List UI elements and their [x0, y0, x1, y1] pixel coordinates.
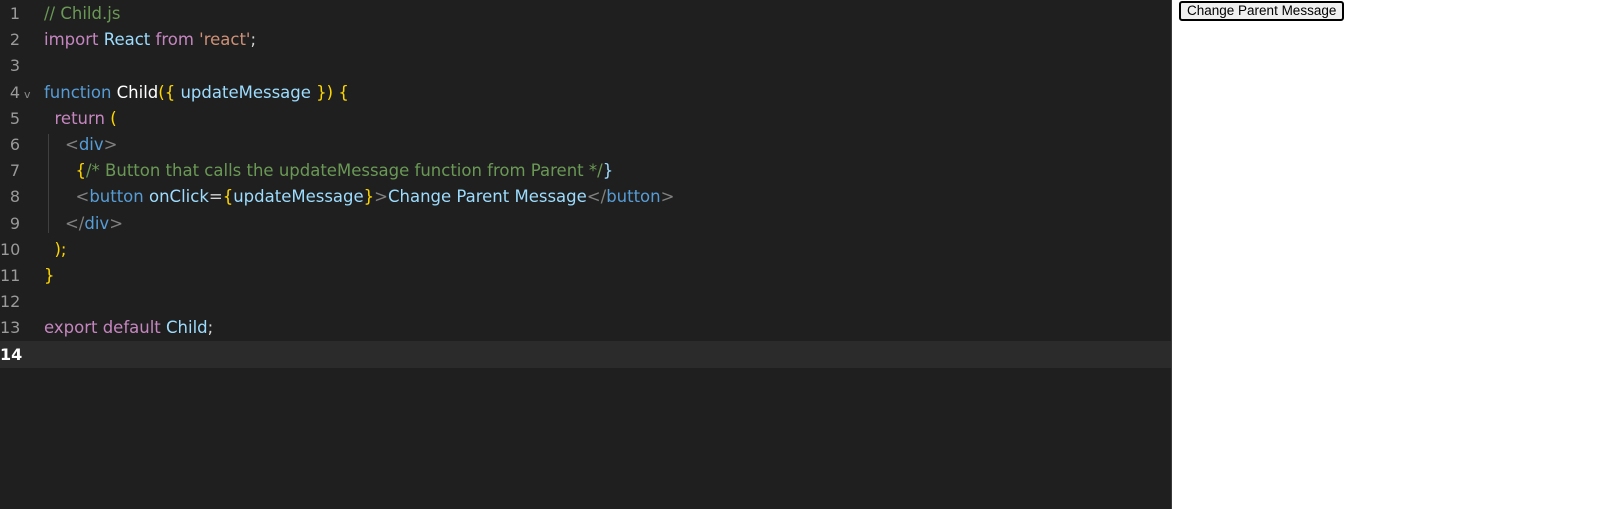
code-token: export: [44, 318, 98, 338]
code-token: Child: [166, 318, 208, 338]
code-token: updateMessage: [180, 82, 311, 102]
code-text: function Child({ updateMessage }) {: [44, 79, 349, 106]
code-token: function: [44, 82, 112, 102]
line-number: 4: [9, 82, 20, 102]
code-line[interactable]: 5 return (: [0, 105, 1172, 132]
pane-divider[interactable]: [1171, 0, 1172, 509]
code-token: {: [75, 161, 86, 181]
code-text: }: [44, 262, 55, 289]
code-line[interactable]: 14: [0, 340, 1172, 368]
code-token: }: [44, 266, 55, 285]
code-token: Child: [116, 82, 159, 102]
line-number: 10: [0, 239, 21, 259]
code-line[interactable]: 3: [0, 52, 1172, 79]
line-number: 8: [9, 187, 20, 207]
code-token: ({: [158, 82, 181, 102]
code-line[interactable]: 7 {/* Button that calls the updateMessag…: [0, 157, 1172, 184]
code-token: /* Button that calls the updateMessage f…: [85, 161, 603, 181]
code-line[interactable]: 12: [0, 288, 1172, 315]
code-token: (: [104, 108, 117, 128]
code-line[interactable]: 9 </div>: [0, 210, 1172, 237]
code-line[interactable]: 10 );: [0, 236, 1172, 263]
code-token: default: [102, 318, 161, 338]
code-token: >: [109, 213, 124, 233]
code-text: export default Child;: [44, 314, 213, 341]
code-token: 'react': [199, 30, 251, 50]
indent-guide: [48, 134, 49, 233]
code-editor[interactable]: 1 // Child.js 2 import React from 'react'; 3…: [0, 0, 1172, 509]
code-token: }: [363, 187, 375, 207]
line-number: 14: [0, 344, 23, 364]
code-line[interactable]: 4 v function Child({ updateMessage }) {: [0, 79, 1172, 106]
code-text: return (: [44, 105, 117, 132]
code-token: >: [103, 135, 118, 154]
code-text: );: [44, 236, 67, 263]
code-token: button: [89, 187, 144, 207]
line-number: 2: [9, 30, 20, 50]
code-token: ;: [250, 30, 257, 50]
code-token: </: [586, 187, 607, 207]
code-token: }) {: [310, 82, 349, 102]
code-text: import React from 'react';: [44, 26, 256, 53]
code-token: return: [54, 108, 105, 128]
line-number: 1: [9, 4, 20, 23]
code-token: Change Parent Message: [387, 187, 587, 207]
line-number: 11: [0, 266, 21, 285]
code-token: updateMessage: [233, 187, 364, 207]
code-token: }: [602, 161, 614, 181]
code-token: div: [84, 213, 110, 233]
code-text: </div>: [44, 210, 123, 237]
code-token: div: [78, 135, 104, 154]
code-token: <: [75, 187, 90, 207]
code-token: {: [222, 187, 234, 207]
line-number: 7: [9, 161, 20, 181]
code-token: ;: [207, 318, 214, 338]
code-token: </: [64, 213, 85, 233]
code-token: );: [54, 239, 67, 259]
fold-chevron-icon[interactable]: v: [24, 81, 31, 108]
line-number: 3: [9, 56, 20, 76]
code-token: // Child.js: [44, 4, 121, 23]
code-line[interactable]: 11}: [0, 262, 1172, 289]
code-token: >: [660, 187, 675, 207]
code-token: from: [155, 30, 194, 50]
code-token: =: [208, 187, 223, 207]
code-text: <div>: [44, 131, 117, 158]
code-line[interactable]: 1 // Child.js: [0, 0, 1172, 27]
code-token: <: [64, 135, 79, 154]
line-number: 5: [9, 108, 20, 128]
code-token: button: [606, 187, 661, 207]
code-text: // Child.js: [44, 0, 120, 27]
code-token: React: [103, 30, 151, 50]
code-token: import: [44, 30, 99, 50]
line-number: 9: [9, 213, 20, 233]
code-line[interactable]: 6 <div>: [0, 131, 1172, 158]
line-number: 13: [0, 318, 21, 338]
code-line[interactable]: 8 <button onClick={updateMessage}>Change…: [0, 183, 1172, 210]
code-text: {/* Button that calls the updateMessage …: [44, 157, 613, 184]
line-number: 6: [9, 135, 20, 154]
change-parent-message-button[interactable]: Change Parent Message: [1179, 1, 1345, 21]
code-line[interactable]: 13 export default Child;: [0, 314, 1172, 341]
line-number: 12: [0, 292, 21, 312]
code-token: onClick: [149, 187, 209, 207]
code-token: >: [374, 187, 388, 207]
code-text: <button onClick={updateMessage}>Change P…: [44, 183, 674, 210]
code-line[interactable]: 2 import React from 'react';: [0, 26, 1172, 53]
